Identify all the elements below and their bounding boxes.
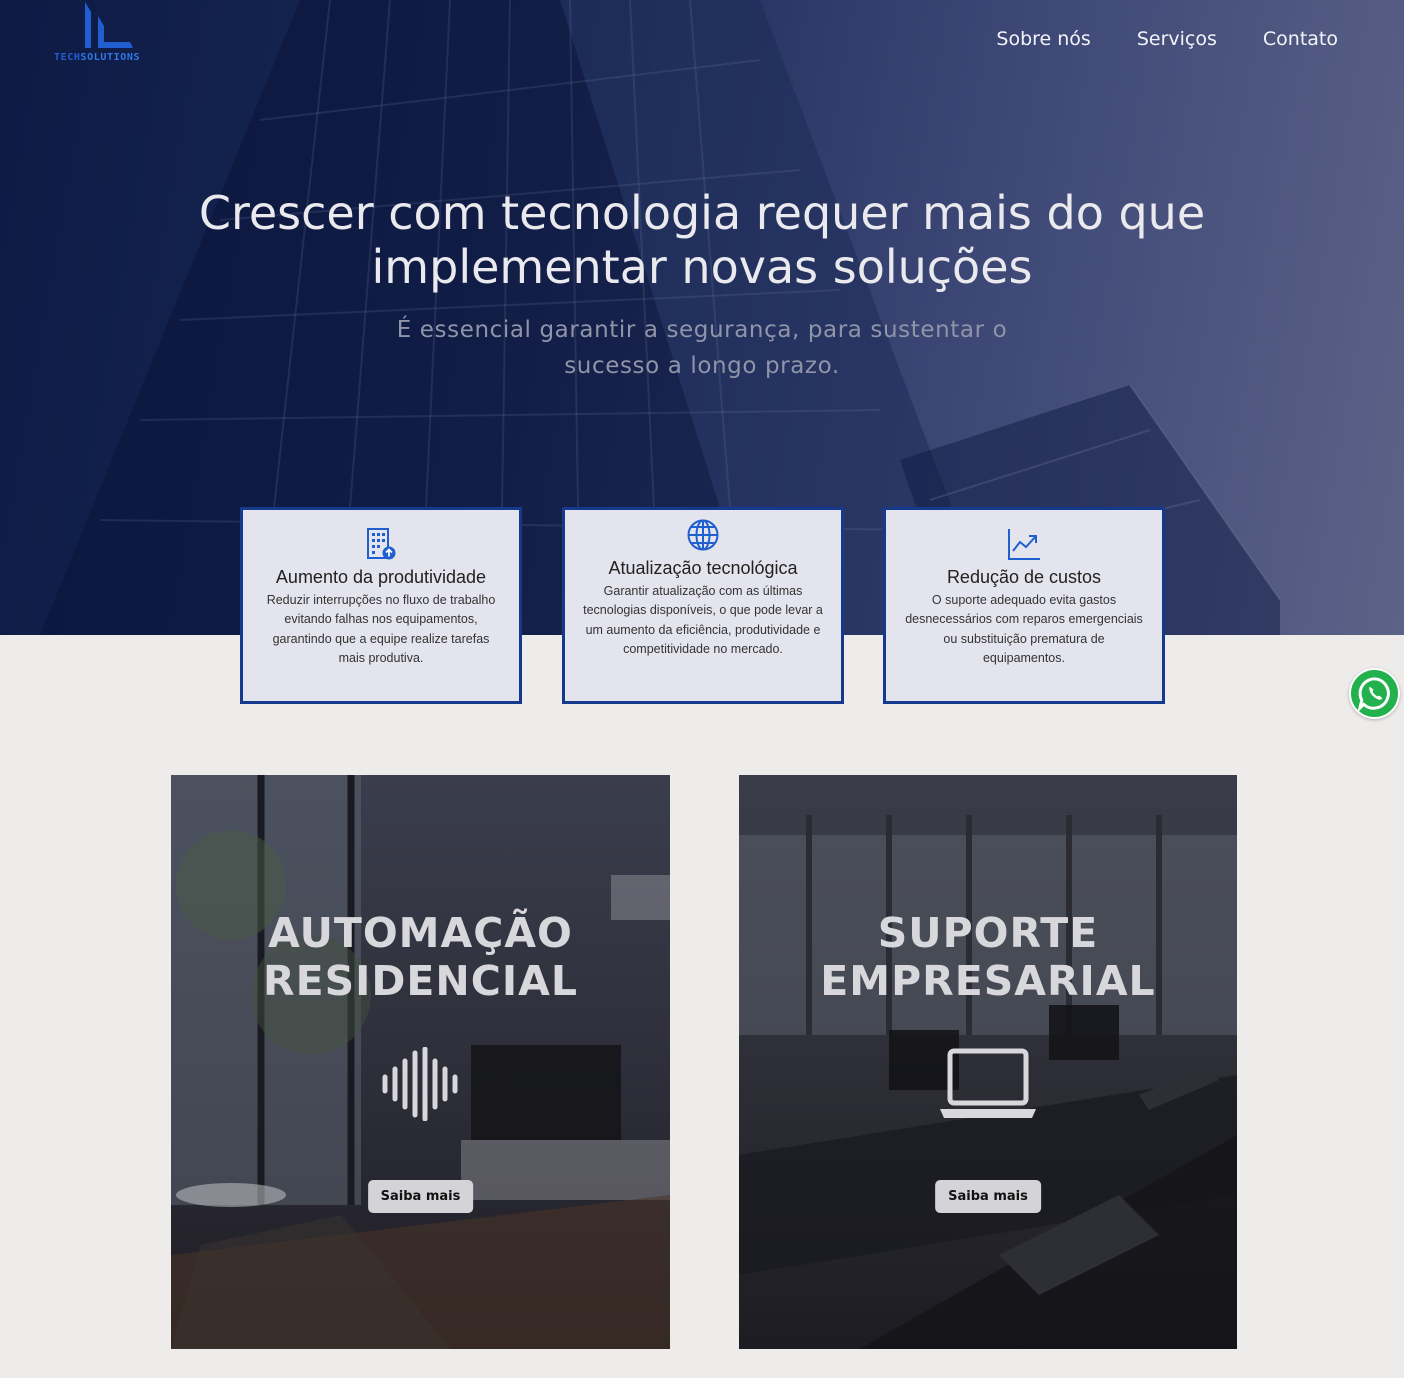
nav-link-contato[interactable]: Contato	[1263, 28, 1338, 50]
feature-card-produtividade: Aumento da produtividade Reduzir interru…	[240, 507, 522, 704]
whatsapp-icon	[1357, 677, 1390, 713]
building-icon	[367, 528, 396, 560]
feature-text: Garantir atualização com as últimas tecn…	[583, 584, 823, 656]
feature-text: O suporte adequado evita gastos desneces…	[905, 593, 1143, 665]
main-nav: Sobre nós Serviços Contato	[996, 28, 1338, 50]
feature-title: Atualização tecnológica	[608, 558, 798, 578]
service-title: AUTOMAÇÃO RESIDENCIAL	[263, 909, 578, 1005]
saiba-mais-button[interactable]: Saiba mais	[367, 1180, 474, 1213]
service-card-suporte[interactable]: SUPORTE EMPRESARIAL Saiba mais	[739, 775, 1237, 1349]
service-card-automacao[interactable]: AUTOMAÇÃO RESIDENCIAL Saiba mais	[171, 775, 670, 1349]
service-title: SUPORTE EMPRESARIAL	[820, 909, 1156, 1005]
whatsapp-button[interactable]	[1349, 668, 1400, 719]
saiba-mais-button[interactable]: Saiba mais	[935, 1180, 1041, 1213]
chart-trend-icon	[1008, 529, 1040, 560]
sound-wave-icon	[382, 1047, 457, 1121]
feature-card-atualizacao: Atualização tecnológica Garantir atualiz…	[562, 507, 844, 704]
logo-mark-icon	[85, 2, 133, 48]
techsolutions-logo[interactable]: TECHSOLUTIONS	[54, 2, 170, 66]
hero-title: Crescer com tecnologia requer mais do qu…	[198, 186, 1206, 294]
hero-subtitle: É essencial garantir a segurança, para s…	[396, 317, 1008, 379]
feature-title: Aumento da produtividade	[275, 567, 487, 587]
feature-card-reducao-custos: Redução de custos O suporte adequado evi…	[883, 507, 1165, 704]
laptop-icon	[940, 1048, 1036, 1118]
feature-title: Redução de custos	[946, 567, 1102, 587]
globe-icon	[687, 519, 719, 551]
feature-text: Reduzir interrupções no fluxo de trabalh…	[266, 593, 496, 665]
nav-link-servicos[interactable]: Serviços	[1137, 28, 1217, 50]
nav-link-sobre-nos[interactable]: Sobre nós	[996, 28, 1090, 50]
logo-wordmark: TECHSOLUTIONS	[54, 52, 141, 63]
